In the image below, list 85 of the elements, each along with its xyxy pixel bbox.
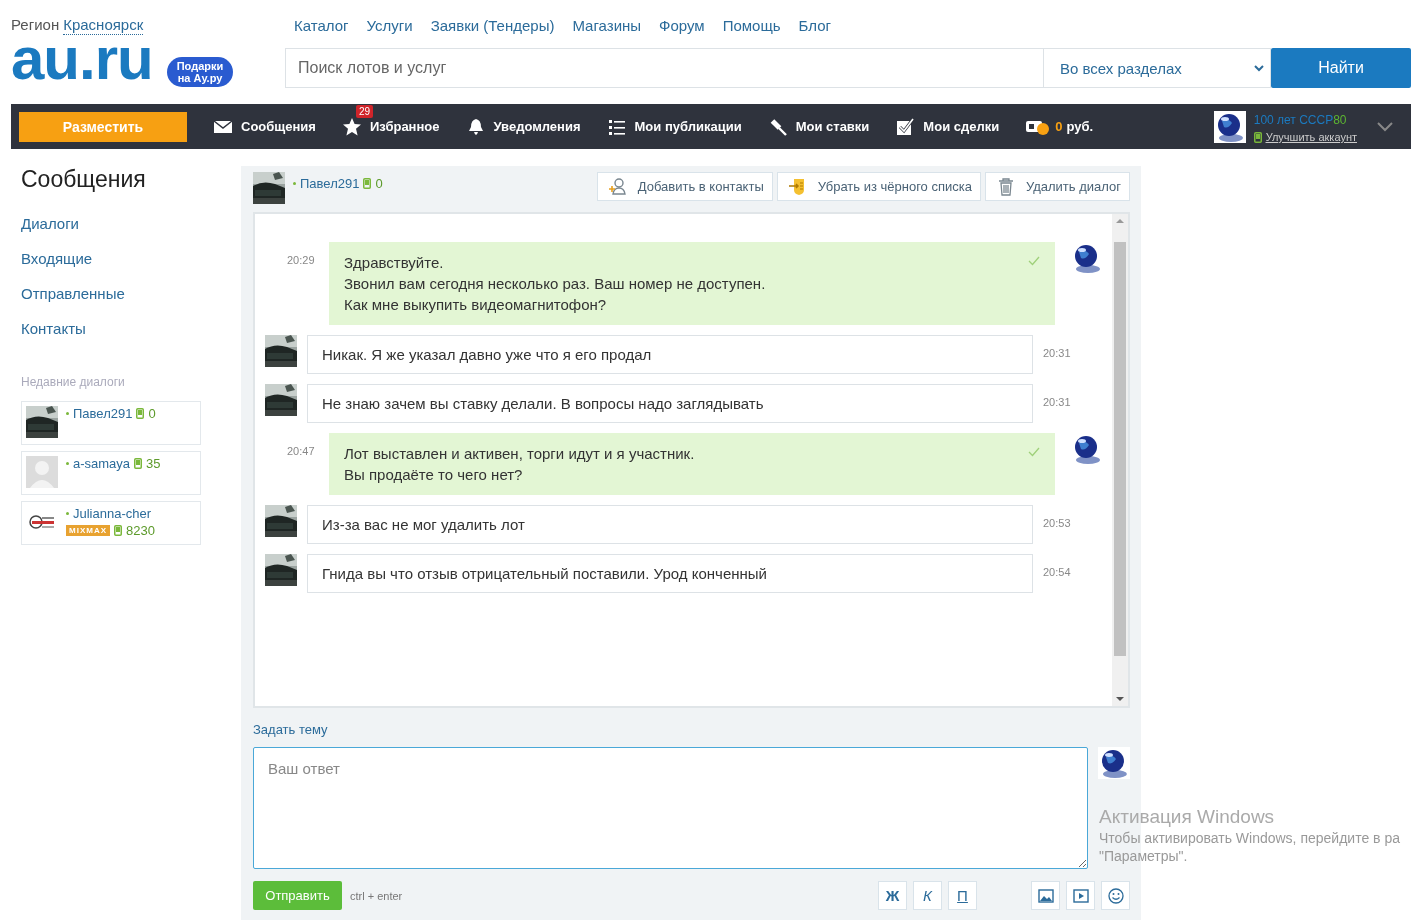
- message-time: 20:47: [287, 445, 316, 457]
- reply-field[interactable]: Ваш ответ: [253, 747, 1089, 869]
- insert-button[interactable]: [1031, 881, 1060, 910]
- dialog-card[interactable]: a-samaya 35: [21, 451, 201, 495]
- message-bubble: Не знаю зачем вы ставку делали. В вопросы надо заглядывать: [307, 384, 1033, 423]
- activation-title: Активация Windows: [1099, 806, 1276, 828]
- search-button[interactable]: Найти: [1271, 48, 1411, 88]
- user-rating: 0: [148, 406, 156, 421]
- sidebar-item[interactable]: Контакты: [21, 320, 201, 337]
- shortcut-hint: ctrl + enter: [350, 889, 403, 902]
- nav-link[interactable]: Магазины: [572, 17, 642, 34]
- currency-label: руб.: [1066, 119, 1094, 134]
- toolbar-link[interactable]: Мои публикации: [606, 116, 742, 137]
- star-icon: [341, 116, 362, 137]
- insert-button[interactable]: [1066, 881, 1095, 910]
- message-bubble: Гнида вы что отзыв отрицательный поставили. Урод конченный: [307, 554, 1033, 593]
- activation-text: "Параметры".: [1099, 848, 1189, 864]
- message-bubble: Из-за вас не мог удалить лот: [307, 505, 1033, 544]
- region-label: Регион: [11, 16, 60, 35]
- scroll-up-icon[interactable]: [1116, 218, 1124, 224]
- message-time: 20:31: [1043, 396, 1072, 408]
- subject-link[interactable]: Задать тему: [253, 722, 1130, 737]
- shop-tag: MIXMAX: [66, 525, 110, 536]
- sidebar-item[interactable]: Отправленные: [21, 285, 201, 302]
- message-time: 20:53: [1043, 517, 1072, 529]
- phone-icon: [134, 458, 143, 469]
- check-icon: [895, 116, 916, 137]
- sidebar-item[interactable]: Диалоги: [21, 215, 201, 232]
- message-bubble: Никак. Я же указал давно уже что я его продал: [307, 335, 1033, 374]
- format-button[interactable]: Ж: [878, 881, 907, 910]
- phone-icon: [136, 408, 145, 419]
- toolbar-link[interactable]: Сообщения: [213, 116, 316, 137]
- format-button[interactable]: К: [913, 881, 942, 910]
- user-link[interactable]: a-samaya: [73, 456, 131, 471]
- user-link[interactable]: Павел291: [300, 176, 360, 191]
- user-rating: 80: [1333, 113, 1347, 127]
- gifts-badge[interactable]: Подарки на Ау.ру: [166, 57, 234, 87]
- user-rating: 0: [375, 176, 383, 191]
- play-icon: [1072, 887, 1089, 904]
- toolbar-link[interactable]: Мои сделки: [895, 116, 1000, 137]
- nav-link[interactable]: Форум: [659, 17, 705, 34]
- dialog-card[interactable]: Павел291 0: [21, 401, 201, 445]
- upgrade-link[interactable]: Улучшить аккаунт: [1265, 131, 1357, 143]
- image-icon: [1037, 887, 1054, 904]
- scrollbar[interactable]: [1112, 214, 1128, 706]
- nav-link[interactable]: Блог: [798, 17, 832, 34]
- count-badge: 29: [355, 104, 374, 118]
- toolbar-link[interactable]: Избранное: [341, 116, 440, 137]
- nav-link[interactable]: Каталог: [294, 17, 349, 34]
- toolbar-link[interactable]: Уведомления: [465, 116, 581, 137]
- chevron-icon: [1254, 64, 1264, 72]
- user-rating: 8230: [126, 523, 155, 538]
- activation-text: Чтобы активировать Windows, перейдите в ра: [1099, 830, 1400, 846]
- chevron-icon[interactable]: [1377, 121, 1393, 132]
- message-time: 20:29: [287, 254, 316, 266]
- dialog-card[interactable]: Julianna-cher MIXMAX 8230: [21, 501, 201, 545]
- nav-link[interactable]: Заявки (Тендеры): [430, 17, 555, 34]
- region-link[interactable]: Красноярск: [63, 16, 144, 35]
- sidebar-item[interactable]: Входящие: [21, 250, 201, 267]
- user-rating: 35: [146, 456, 161, 471]
- balance-amount: 0: [1055, 119, 1063, 134]
- user-link[interactable]: Павел291: [73, 406, 133, 421]
- smiley-icon: [1107, 887, 1124, 904]
- search-field[interactable]: Поиск лотов и услуг: [285, 48, 1043, 88]
- message-bubble: Здравствуйте. Звонил вам сегодня несколько раз. Ваш номер не доступен. Как мне выкупить видеомагнитофон?: [329, 242, 1055, 325]
- add-user-icon: [607, 176, 628, 197]
- message-bubble: Лот выставлен и активен, торги идут и я участник. Вы продаёте то чего нет?: [329, 433, 1055, 495]
- delete-button[interactable]: Удалить диалог: [984, 172, 1130, 201]
- insert-button[interactable]: [1101, 881, 1130, 910]
- toolbar-link[interactable]: Мои ставки: [767, 116, 870, 137]
- add-contact-button[interactable]: Добавить в контакты: [596, 172, 773, 201]
- message-time: 20:31: [1043, 347, 1072, 359]
- scroll-down-icon[interactable]: [1116, 696, 1124, 702]
- section-dropdown[interactable]: Во всех разделах: [1043, 48, 1271, 88]
- page-title: Сообщения: [21, 166, 147, 193]
- nav-link[interactable]: Помощь: [722, 17, 781, 34]
- format-button[interactable]: П: [948, 881, 977, 910]
- nav-link[interactable]: Услуги: [366, 17, 413, 34]
- message-time: 20:54: [1043, 566, 1072, 578]
- phone-icon: [114, 525, 122, 536]
- unblock-button[interactable]: Убрать из чёрного списка: [776, 172, 981, 201]
- phone-icon: [1253, 131, 1262, 143]
- section-heading: Недавние диалоги: [21, 375, 126, 389]
- user-link[interactable]: Julianna-cher: [73, 506, 152, 521]
- phone-icon: [363, 178, 372, 189]
